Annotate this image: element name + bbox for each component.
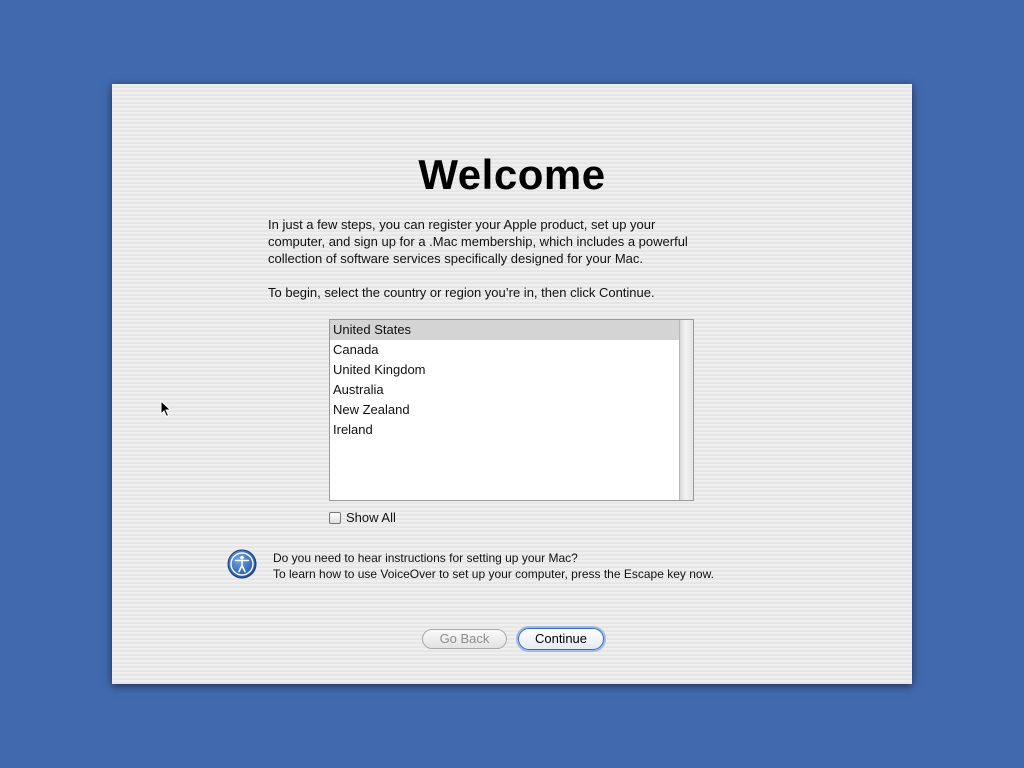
intro-line-1: In just a few steps, you can register yo… (268, 217, 656, 232)
continue-button[interactable]: Continue (518, 628, 604, 650)
go-back-button[interactable]: Go Back (422, 629, 507, 649)
mouse-pointer-icon (160, 400, 172, 418)
show-all-checkbox[interactable] (329, 511, 341, 524)
voiceover-notice: Do you need to hear instructions for set… (273, 550, 793, 582)
country-item-new-zealand[interactable]: New Zealand (330, 400, 680, 420)
desktop-background: Welcome In just a few steps, you can reg… (0, 0, 1024, 768)
country-item-united-kingdom[interactable]: United Kingdom (330, 360, 680, 380)
country-list[interactable]: United States Canada United Kingdom Aust… (329, 319, 694, 501)
intro-line-2: computer, and sign up for a .Mac members… (268, 234, 688, 249)
intro-line-3: collection of software services specific… (268, 251, 643, 266)
accessibility-icon (227, 549, 257, 579)
country-list-items: United States Canada United Kingdom Aust… (330, 320, 680, 440)
show-all-control[interactable]: Show All (329, 510, 396, 525)
show-all-label[interactable]: Show All (346, 510, 396, 525)
list-scrollbar[interactable] (679, 320, 693, 500)
instruction-text: To begin, select the country or region y… (268, 285, 655, 300)
country-item-ireland[interactable]: Ireland (330, 420, 680, 440)
page-title: Welcome (418, 151, 606, 198)
country-item-united-states[interactable]: United States (330, 320, 680, 340)
country-item-australia[interactable]: Australia (330, 380, 680, 400)
voiceover-line-1: Do you need to hear instructions for set… (273, 551, 578, 565)
intro-text: In just a few steps, you can register yo… (268, 216, 748, 267)
country-item-canada[interactable]: Canada (330, 340, 680, 360)
voiceover-line-2: To learn how to use VoiceOver to set up … (273, 567, 714, 581)
